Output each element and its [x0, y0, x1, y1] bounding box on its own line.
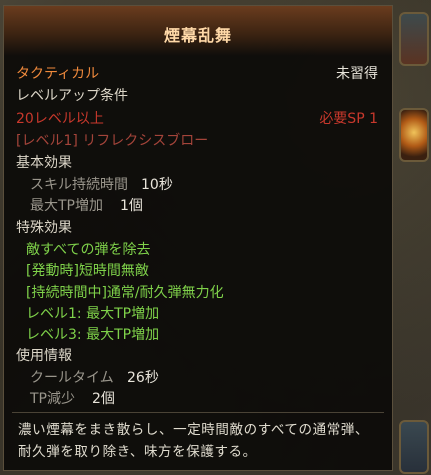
- basic-effect-value: 10秒: [141, 177, 173, 193]
- special-effect-item: 敵すべての弾を除去: [26, 242, 151, 258]
- basic-effect-value: 1個: [120, 198, 143, 214]
- prerequisite-skill: [レベル1] リフレクシスブロー: [16, 133, 209, 149]
- special-effect-heading: 特殊効果: [16, 220, 72, 236]
- skill-slot-icon[interactable]: [399, 12, 429, 66]
- usage-info-heading: 使用情報: [16, 348, 72, 364]
- skill-description: 濃い煙幕をまき散らし、一定時間敵のすべての通常弾、耐久弾を取り除き、味方を保護す…: [18, 422, 370, 460]
- usage-info-value: 2個: [92, 391, 115, 407]
- basic-effect-heading: 基本効果: [16, 155, 72, 171]
- skill-tooltip: 煙幕乱舞 タクティカル 未習得 レベルアップ条件 20レベル以上 必要SP 1 …: [3, 5, 393, 471]
- level-condition-heading: レベルアップ条件: [16, 88, 128, 104]
- basic-effect-label: 最大TP増加: [30, 198, 103, 214]
- usage-info-value: 26秒: [127, 370, 159, 386]
- special-effect-item: レベル1: 最大TP増加: [26, 306, 160, 322]
- skill-slot-icon[interactable]: [399, 420, 429, 474]
- usage-info-label: TP減少: [30, 391, 75, 407]
- special-effect-item: [発動時]短時間無敵: [26, 263, 149, 279]
- special-effect-item: レベル3: 最大TP増加: [26, 327, 160, 343]
- usage-info-label: クールタイム: [30, 370, 114, 386]
- section-divider: [12, 412, 384, 413]
- sp-requirement: 必要SP 1: [319, 111, 378, 127]
- basic-effect-label: スキル持続時間: [30, 177, 128, 193]
- skill-slot-icon[interactable]: [399, 108, 429, 162]
- level-requirement: 20レベル以上: [16, 111, 104, 127]
- special-effect-item: [持続時間中]通常/耐久弾無力化: [26, 285, 224, 301]
- skill-category: タクティカル: [16, 66, 100, 82]
- skill-status: 未習得: [336, 66, 378, 82]
- skill-title: 煙幕乱舞: [163, 26, 232, 45]
